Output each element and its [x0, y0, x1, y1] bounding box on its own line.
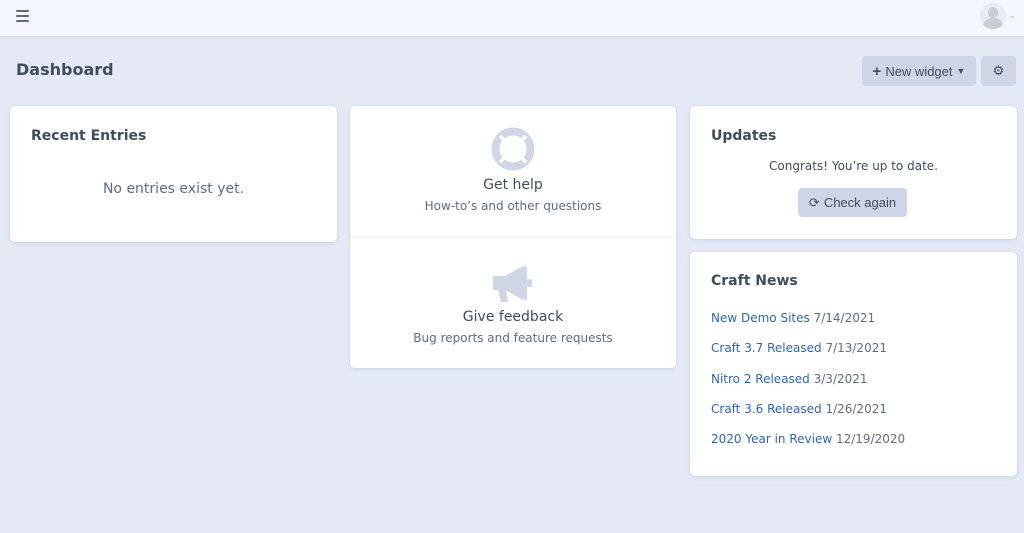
news-link[interactable]: Craft 3.6 Released: [711, 402, 822, 416]
life-ring-icon: [491, 127, 535, 171]
help-widget: Get help How-to’s and other questions Gi…: [350, 106, 676, 368]
gear-icon: ⚙: [992, 63, 1005, 78]
hamburger-icon[interactable]: [16, 10, 29, 22]
news-date: 1/26/2021: [825, 401, 887, 416]
top-bar: ⌄: [0, 0, 1024, 36]
news-date: 7/13/2021: [825, 341, 887, 356]
refresh-icon: ⟳: [808, 194, 820, 210]
update-status-message: Congrats! You’re up to date.: [769, 159, 938, 173]
give-feedback-link[interactable]: Give feedback Bug reports and feature re…: [350, 237, 676, 368]
news-link[interactable]: Craft 3.7 Released: [711, 341, 822, 355]
chevron-down-icon: ▼: [956, 66, 966, 76]
new-widget-button[interactable]: + New widget ▼: [862, 56, 976, 86]
news-date: 7/14/2021: [813, 311, 876, 325]
dashboard-settings-button[interactable]: ⚙: [981, 56, 1016, 86]
page-title: Dashboard: [16, 60, 114, 79]
news-link[interactable]: Nitro 2 Released: [711, 372, 810, 386]
user-avatar-icon: [980, 3, 1007, 29]
news-item: Craft 3.7 Released 7/13/2021: [711, 341, 905, 371]
plus-icon: +: [872, 62, 882, 80]
check-again-button[interactable]: ⟳ Check again: [798, 188, 907, 217]
updates-widget: Updates Congrats! You’re up to date. ⟳ C…: [690, 106, 1017, 239]
widget-title: Recent Entries: [31, 128, 147, 144]
news-item: Nitro 2 Released 3/3/2021: [711, 372, 905, 402]
give-feedback-subtitle: Bug reports and feature requests: [413, 331, 613, 345]
empty-message: No entries exist yet.: [102, 181, 245, 197]
recent-entries-widget: Recent Entries No entries exist yet.: [10, 106, 337, 242]
widget-title: Updates: [711, 128, 777, 144]
chevron-down-icon: ⌄: [1008, 11, 1016, 21]
get-help-title: Get help: [483, 177, 543, 193]
widget-title: Craft News: [711, 273, 798, 289]
account-menu-button[interactable]: ⌄: [980, 2, 1016, 30]
news-item: Craft 3.6 Released 1/26/2021: [711, 402, 905, 432]
news-link[interactable]: New Demo Sites: [711, 311, 810, 325]
news-date: 3/3/2021: [813, 371, 868, 386]
megaphone-icon: [493, 266, 532, 302]
get-help-subtitle: How-to’s and other questions: [424, 199, 602, 213]
news-link[interactable]: 2020 Year in Review: [711, 432, 832, 446]
check-again-label: Check again: [823, 195, 897, 210]
craft-news-widget: Craft News New Demo Sites 7/14/2021 Craf…: [690, 252, 1017, 476]
news-item: 2020 Year in Review 12/19/2020: [711, 432, 905, 462]
news-list: New Demo Sites 7/14/2021 Craft 3.7 Relea…: [711, 311, 905, 462]
news-item: New Demo Sites 7/14/2021: [711, 311, 905, 341]
new-widget-label: New widget: [885, 63, 953, 79]
news-date: 12/19/2020: [835, 432, 906, 447]
get-help-link[interactable]: Get help How-to’s and other questions: [350, 106, 676, 237]
give-feedback-title: Give feedback: [462, 309, 564, 325]
